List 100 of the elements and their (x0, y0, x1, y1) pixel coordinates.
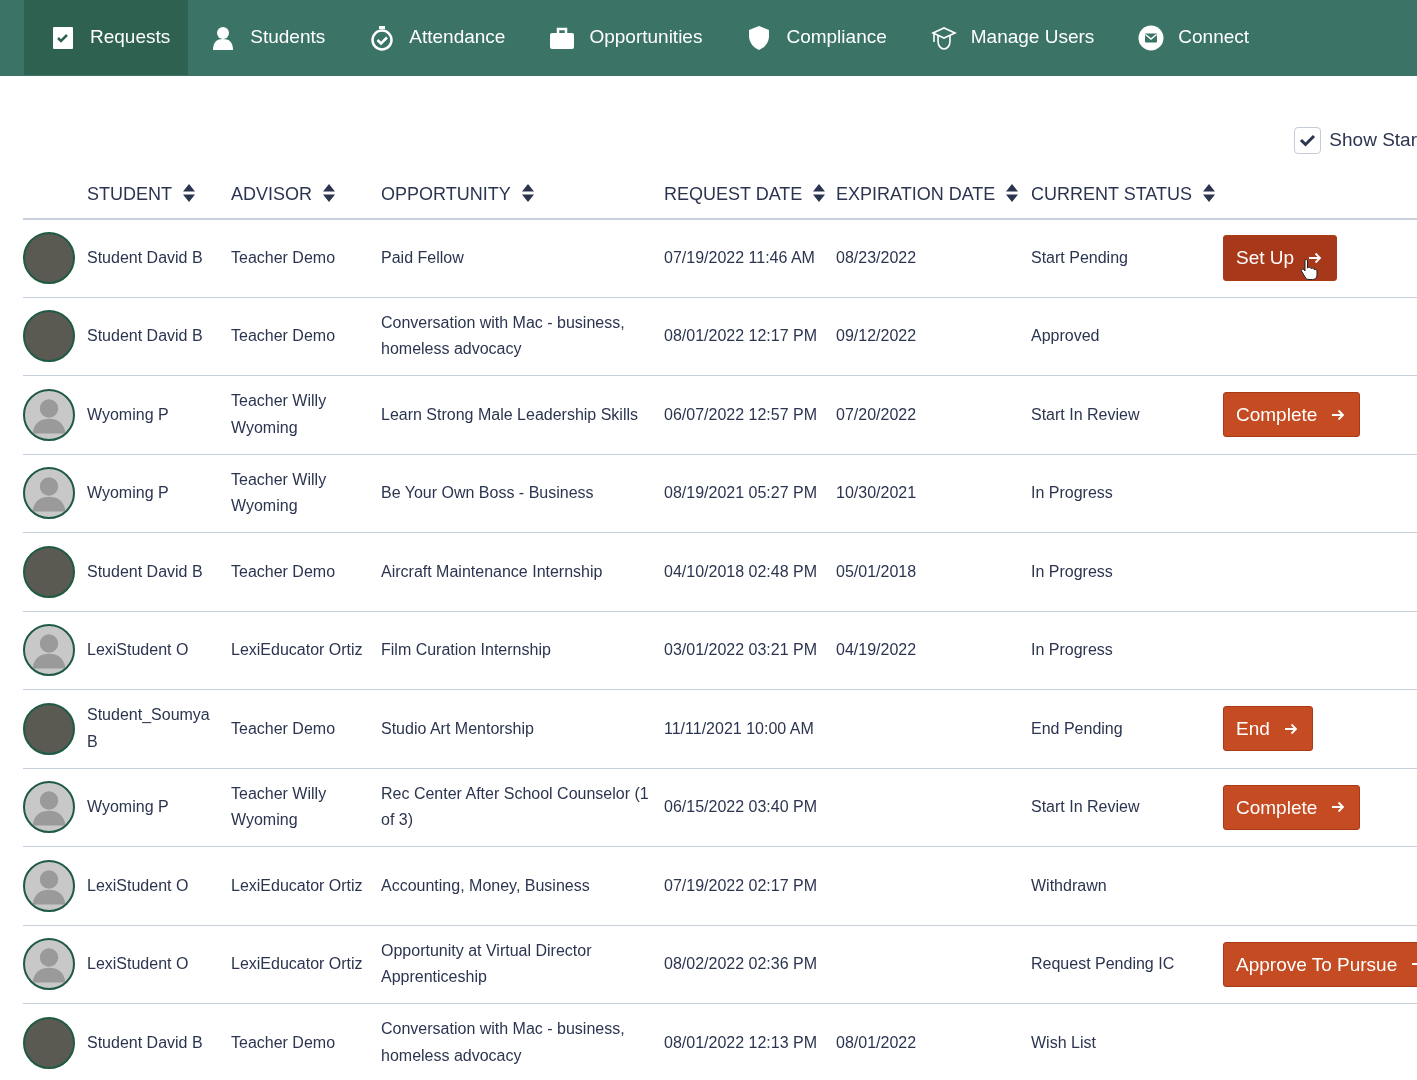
column-header[interactable]: CURRENT STATUS (1031, 183, 1192, 204)
table-cell-text: Approved (1031, 326, 1101, 347)
table-cell-text: 06/07/2022 12:57 PM (664, 404, 818, 425)
arrow-icon (1331, 801, 1346, 814)
table-cell-text: 07/20/2022 (836, 404, 918, 425)
table-cell-text: LexiEducator Ortiz (231, 954, 364, 975)
arrow-icon (1308, 252, 1323, 264)
photo-placeholder (23, 1016, 75, 1069)
table-cell-text: Teacher Demo (231, 561, 337, 582)
table-cell-text: Wyoming P (87, 797, 170, 818)
table-cell-text: Teacher Demo (231, 1032, 337, 1053)
action-button[interactable]: Set Up (1223, 235, 1338, 281)
table-cell-text: Rec Center After School Counselor (1 of 3) (381, 783, 650, 831)
table-cell-text: Studio Art Mentorship (381, 718, 535, 739)
table-cell-text: 10/30/2021 (836, 483, 918, 504)
table-cell-text: 08/02/2022 02:36 PM (664, 954, 818, 975)
table-cell-text: End Pending (1031, 718, 1124, 739)
table-cell-text: Start Pending (1031, 247, 1129, 268)
envelope-icon (1138, 24, 1165, 51)
arrow-icon (1331, 408, 1346, 421)
table-cell-text: LexiStudent O (87, 954, 190, 975)
avatar-icon (23, 859, 75, 912)
table-cell-text: Film Curation Internship (381, 640, 552, 661)
avatar-icon (23, 938, 75, 991)
table-cell-text: LexiStudent O (87, 875, 190, 896)
table-cell-text: Teacher Willy Wyoming (231, 783, 328, 831)
photo-placeholder (23, 232, 75, 284)
column-header[interactable]: ADVISOR (231, 183, 313, 204)
table-cell-text: Teacher Willy Wyoming (231, 391, 328, 438)
table-cell-text: 08/01/2022 (836, 1032, 918, 1053)
table-cell-text: Accounting, Money, Business (381, 875, 591, 896)
nav-tab[interactable]: Manage Users (908, 0, 1117, 75)
action-button[interactable]: Complete (1223, 392, 1361, 438)
table-cell-text: LexiEducator Ortiz (231, 875, 364, 896)
photo-placeholder (23, 545, 75, 598)
table-cell-text: Request Pending IC (1031, 954, 1176, 975)
sort-icon[interactable] (1202, 182, 1216, 203)
sort-icon[interactable] (322, 182, 337, 203)
sort-icon[interactable] (812, 182, 827, 203)
table-cell-text: 03/01/2022 03:21 PM (664, 640, 818, 661)
nav-tab[interactable]: Compliance (724, 0, 909, 75)
checkbox[interactable] (1294, 126, 1322, 154)
column-header[interactable]: REQUEST DATE (664, 183, 803, 204)
sort-icon[interactable] (1005, 182, 1020, 203)
table-cell-text: Teacher Willy Wyoming (231, 469, 328, 517)
table-cell-text: In Progress (1031, 561, 1114, 582)
table-cell-text: Wyoming P (87, 404, 170, 425)
action-button[interactable]: Approve To Pursue (1223, 941, 1417, 987)
table-cell-text: 05/01/2018 (836, 561, 918, 582)
table-cell-text: 08/23/2022 (836, 247, 918, 268)
column-header[interactable]: OPPORTUNITY (381, 183, 511, 204)
table-cell-text: In Progress (1031, 640, 1114, 661)
action-button[interactable]: Complete (1223, 784, 1361, 830)
nav-tab[interactable]: Connect (1116, 0, 1272, 75)
table-cell-text: Student_Soumya B (87, 705, 211, 752)
action-button[interactable]: End (1223, 706, 1313, 752)
table-cell-text: LexiStudent O (87, 640, 190, 661)
table-cell-text: 08/01/2022 12:17 PM (664, 326, 818, 347)
column-header[interactable]: EXPIRATION DATE (836, 183, 996, 204)
table-cell-text: In Progress (1031, 483, 1114, 504)
sort-icon[interactable] (520, 182, 535, 203)
table-cell-text: Teacher Demo (231, 326, 337, 347)
avatar-icon (23, 624, 75, 677)
checkmark-icon (1299, 133, 1317, 148)
table-cell-text: 07/19/2022 11:46 AM (664, 247, 816, 268)
table-cell-text: 09/12/2022 (836, 326, 918, 347)
table-cell-text: Student David B (87, 326, 204, 347)
table-cell-text: 08/01/2022 12:13 PM (664, 1032, 818, 1053)
table-cell-text: Withdrawn (1031, 875, 1108, 896)
table-cell-text: Be Your Own Boss - Business (381, 483, 595, 504)
stopwatch-icon (369, 24, 396, 51)
sort-icon[interactable] (182, 182, 196, 203)
table-cell-text: 06/15/2022 03:40 PM (664, 797, 818, 818)
checkbox-icon (50, 24, 76, 51)
table-cell-text: Aircraft Maintenance Internship (381, 561, 604, 582)
nav-tab[interactable]: Attendance (347, 0, 528, 75)
avatar-icon (23, 781, 75, 834)
table-cell-text: LexiEducator Ortiz (231, 640, 364, 661)
column-header[interactable]: STUDENT (87, 183, 172, 204)
graduate-icon (930, 24, 957, 51)
table-cell-text: 04/10/2018 02:48 PM (664, 561, 818, 582)
table-cell-text: Paid Fellow (381, 247, 465, 268)
checkbox-label: Show Star (1329, 128, 1417, 152)
nav-tab[interactable]: Students (188, 0, 348, 75)
photo-placeholder (23, 310, 75, 363)
table-cell-text: Student David B (87, 247, 204, 268)
table-cell-text: Wyoming P (87, 483, 170, 504)
table-cell-text: Student David B (87, 561, 204, 582)
table-cell-text: Student David B (87, 1032, 204, 1053)
table-cell-text: 08/19/2021 05:27 PM (664, 483, 818, 504)
nav-tab[interactable]: Opportunities (527, 0, 725, 75)
nav-tab[interactable]: Requests (24, 0, 189, 75)
table-cell-text: Teacher Demo (231, 247, 337, 268)
table-cell-text: Conversation with Mac - business, homeless advocacy (381, 312, 626, 360)
arrow-icon (1283, 722, 1298, 735)
avatar-icon (23, 388, 75, 441)
table-cell-text: 07/19/2022 02:17 PM (664, 875, 818, 896)
table-cell-text: 04/19/2022 (836, 640, 918, 661)
table-cell-text: Start In Review (1031, 404, 1141, 425)
table-cell-text: Learn Strong Male Leadership Skills (381, 404, 640, 425)
